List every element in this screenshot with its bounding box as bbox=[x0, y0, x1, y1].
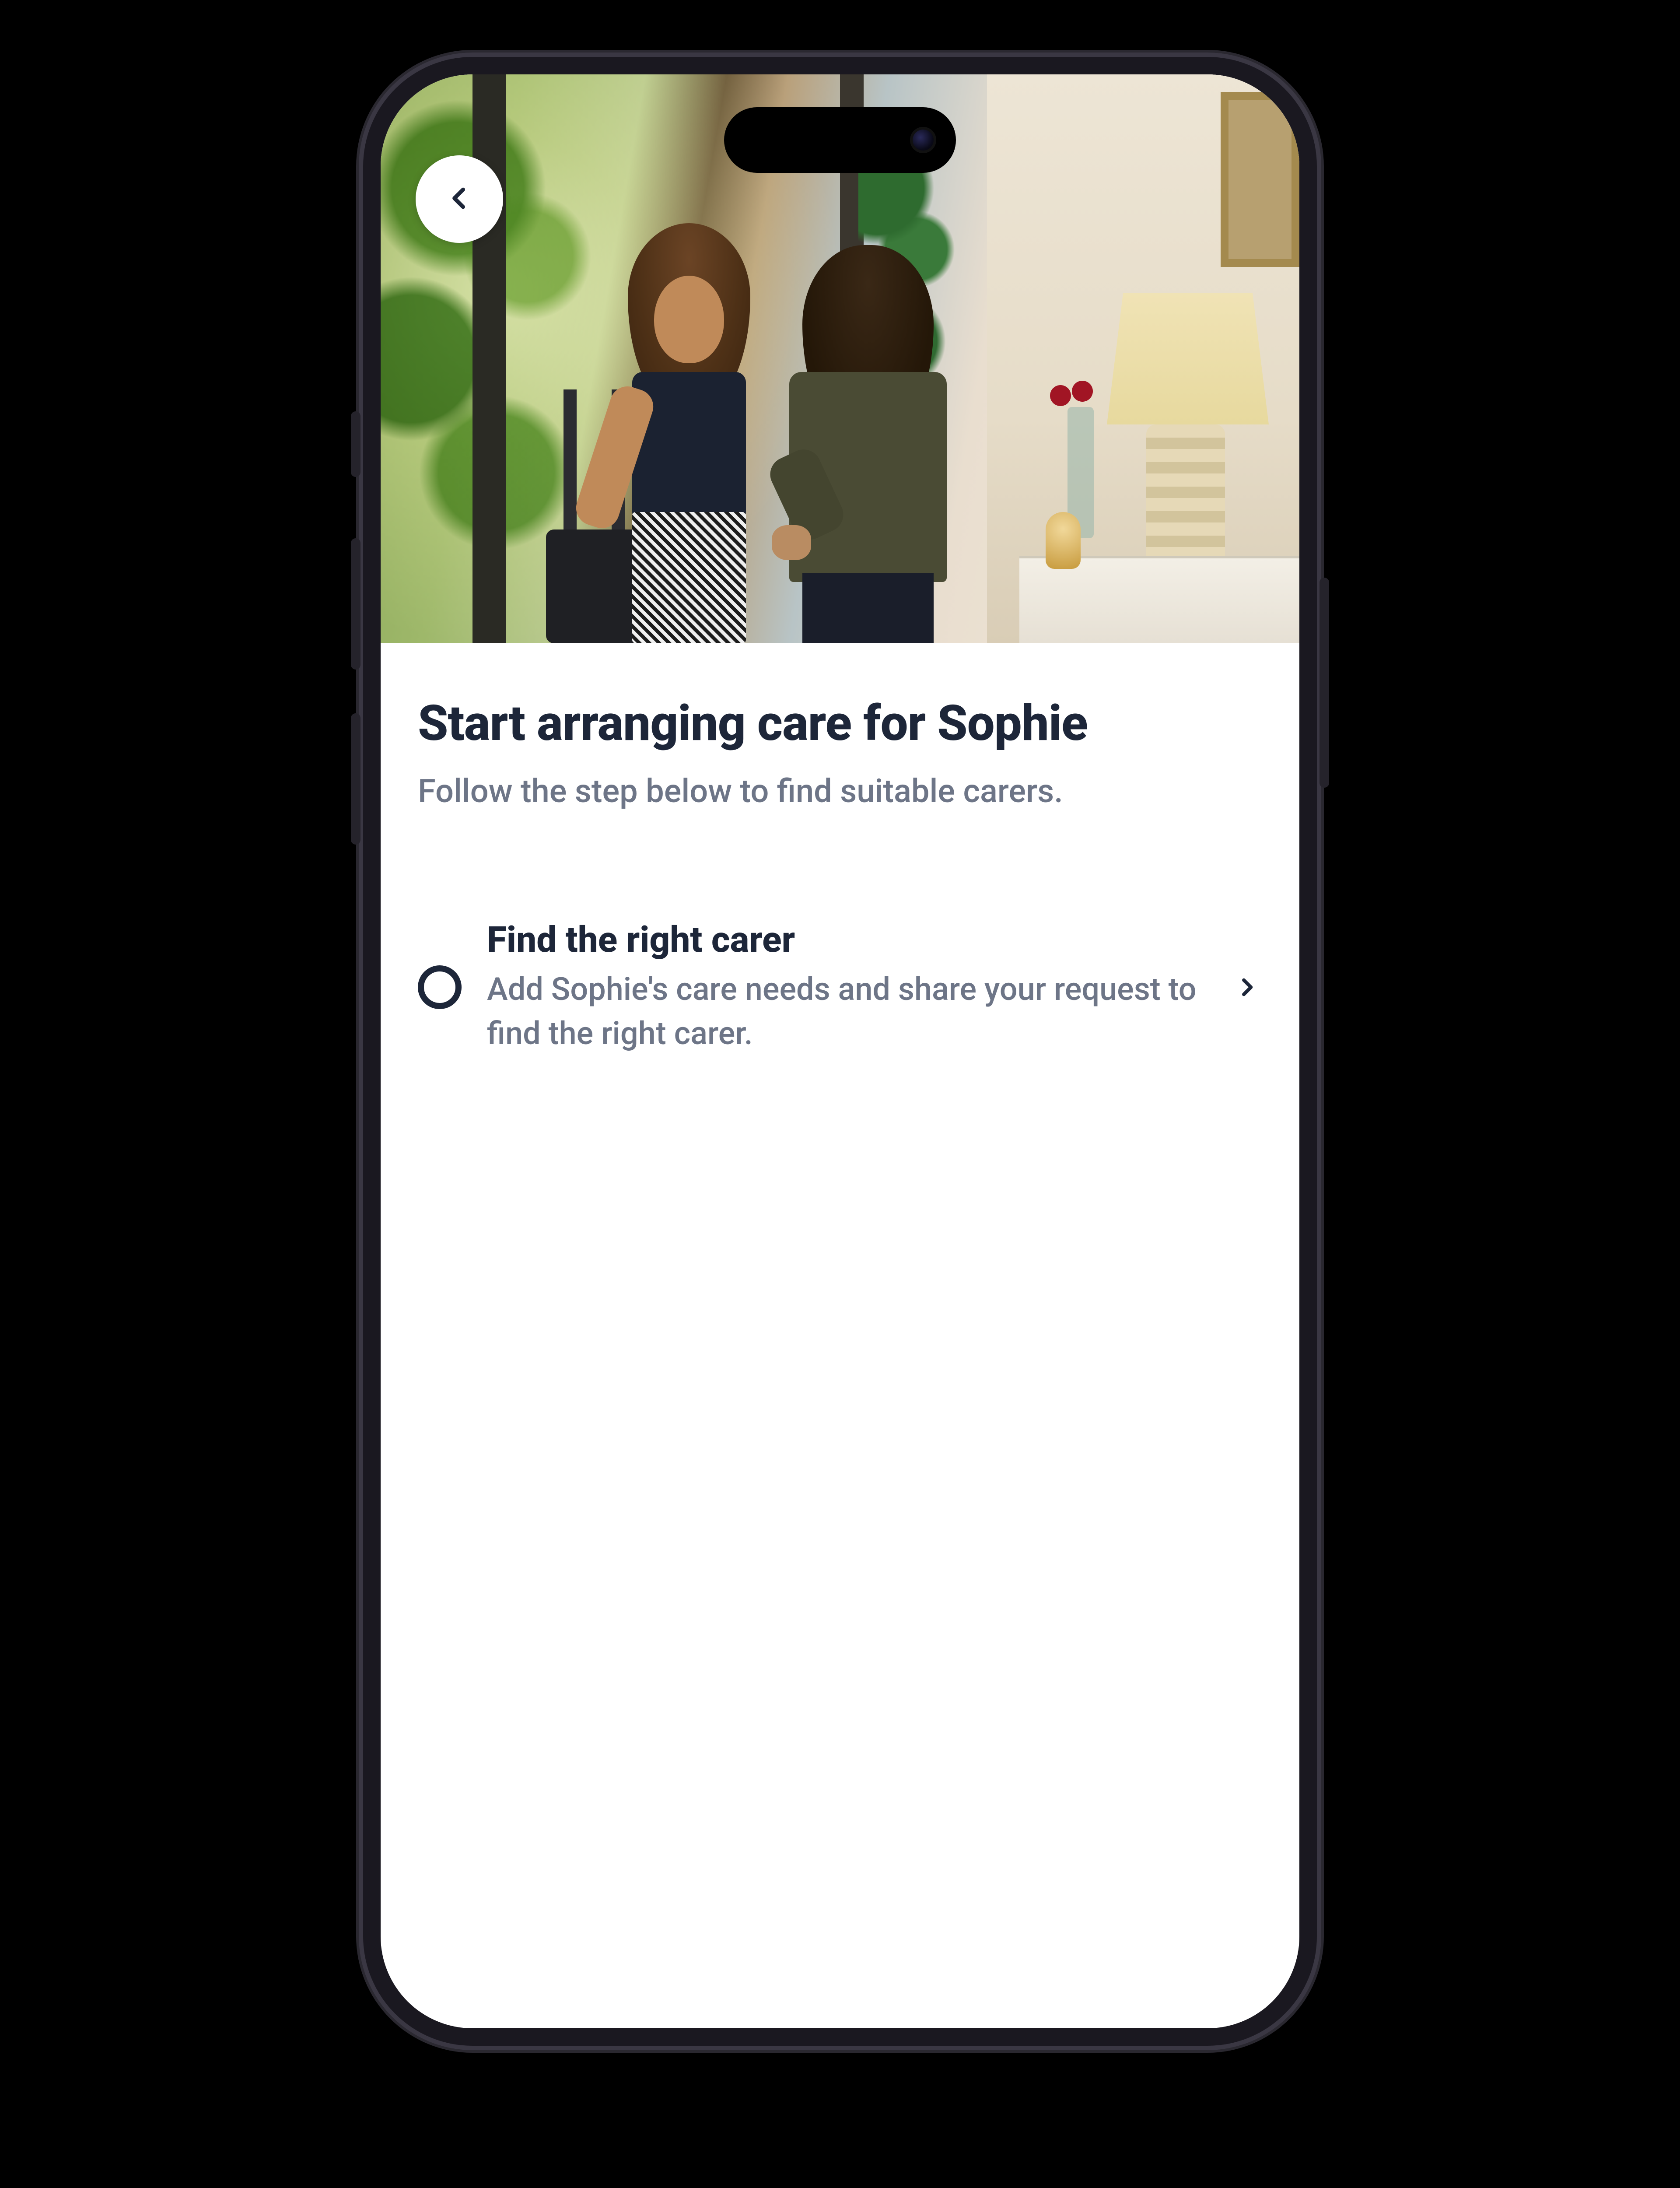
step-description: Add Sophie's care needs and share your r… bbox=[487, 968, 1206, 1056]
page-subtitle: Follow the step below to find suitable c… bbox=[418, 770, 1262, 813]
side-button-volume-down bbox=[351, 713, 360, 845]
side-button-silence bbox=[351, 411, 360, 477]
step-find-carer[interactable]: Find the right carer Add Sophie's care n… bbox=[418, 919, 1262, 1056]
side-button-power bbox=[1320, 578, 1329, 788]
step-title: Find the right carer bbox=[487, 919, 1206, 961]
step-status-circle-icon bbox=[418, 965, 462, 1009]
dynamic-island bbox=[724, 107, 956, 173]
screen: Start arranging care for Sophie Follow t… bbox=[381, 74, 1299, 2028]
side-button-volume-up bbox=[351, 538, 360, 670]
phone-frame: Start arranging care for Sophie Follow t… bbox=[359, 53, 1321, 2050]
chevron-left-icon bbox=[444, 183, 474, 215]
chevron-right-icon bbox=[1232, 972, 1262, 1003]
step-text: Find the right carer Add Sophie's care n… bbox=[487, 919, 1206, 1056]
front-camera bbox=[910, 127, 936, 153]
back-button[interactable] bbox=[416, 155, 503, 243]
page-title: Start arranging care for Sophie bbox=[418, 696, 1262, 752]
content-area: Start arranging care for Sophie Follow t… bbox=[381, 643, 1299, 1056]
